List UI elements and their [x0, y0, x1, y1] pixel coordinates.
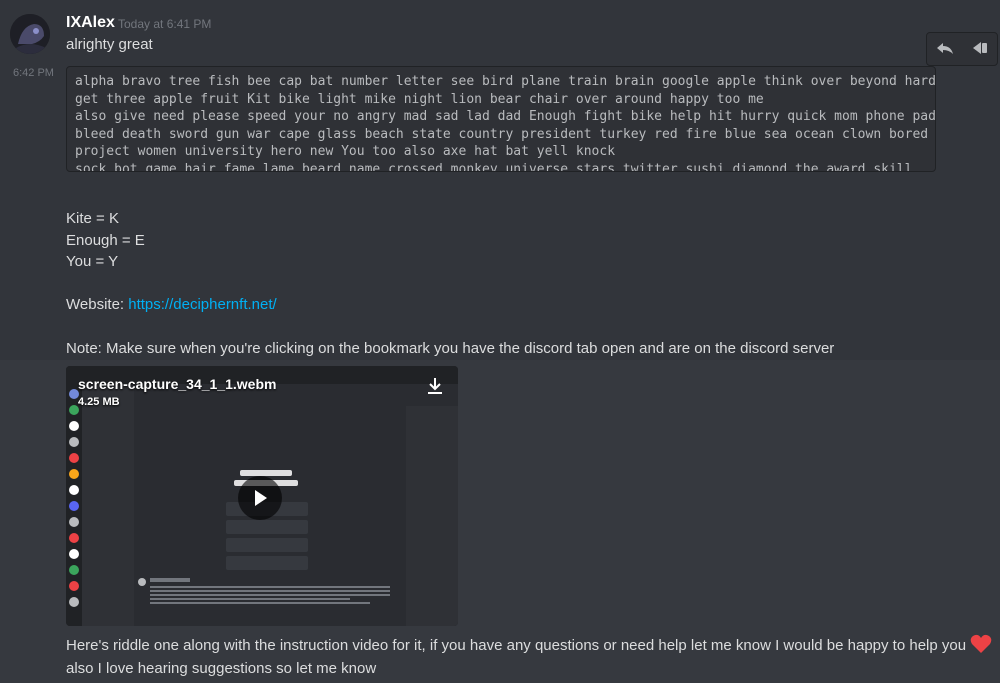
hover-timestamp: 6:42 PM: [13, 67, 54, 79]
attachment-file-size: 4.25 MB: [78, 396, 120, 408]
website-line: Website: https://deciphernft.net/: [66, 296, 277, 313]
closing-line-1: Here's riddle one along with the instruc…: [66, 634, 992, 658]
legend-you: You = Y: [66, 253, 119, 270]
code-line: sock bot game hair fame lame beard name …: [75, 161, 913, 172]
message-timestamp: Today at 6:41 PM: [118, 17, 212, 31]
download-icon[interactable]: [426, 376, 444, 396]
avatar[interactable]: [10, 14, 50, 54]
video-thumb-guild-bar: [66, 384, 82, 626]
legend-enough: Enough = E: [66, 232, 145, 249]
video-attachment[interactable]: screen-capture_34_1_1.webm 4.25 MB: [66, 366, 458, 626]
note-line: Note: Make sure when you're clicking on …: [66, 340, 835, 357]
play-button[interactable]: [238, 476, 282, 520]
code-line: project women university hero new You to…: [75, 144, 616, 160]
message-first-line: alrighty great: [66, 36, 153, 53]
closing-line-2: also I love hearing suggestions so let m…: [66, 660, 377, 677]
code-line: bleed death sword gun war cape glass bea…: [75, 126, 936, 142]
avatar-image-icon: [10, 14, 50, 54]
video-thumb-card: [226, 556, 308, 570]
website-link[interactable]: https://deciphernft.net/: [128, 296, 276, 313]
closing-text-1: Here's riddle one along with the instruc…: [66, 636, 967, 654]
code-line: alpha bravo tree fish bee cap bat number…: [75, 74, 936, 89]
attachment-file-name[interactable]: screen-capture_34_1_1.webm: [78, 376, 276, 392]
author-username[interactable]: IXAlex: [66, 14, 115, 32]
website-label: Website:: [66, 296, 129, 313]
video-thumb-member-bar: [406, 406, 458, 626]
video-thumb-card: [226, 520, 308, 534]
play-icon: [255, 490, 267, 506]
code-block: alpha bravo tree fish bee cap bat number…: [66, 66, 936, 172]
video-thumb-channel-bar: [82, 384, 134, 626]
reply-icon[interactable]: [936, 40, 954, 59]
video-thumb-message-lines: [138, 578, 390, 604]
code-line: get three apple fruit Kit bike light mik…: [75, 91, 764, 107]
code-line: also give need please speed your no angr…: [75, 109, 936, 125]
message-toolbar: [926, 32, 998, 66]
heart-emoji-icon[interactable]: [970, 634, 992, 658]
video-thumb-card: [226, 538, 308, 552]
legend-kite: Kite = K: [66, 210, 119, 227]
more-icon[interactable]: [971, 40, 989, 59]
